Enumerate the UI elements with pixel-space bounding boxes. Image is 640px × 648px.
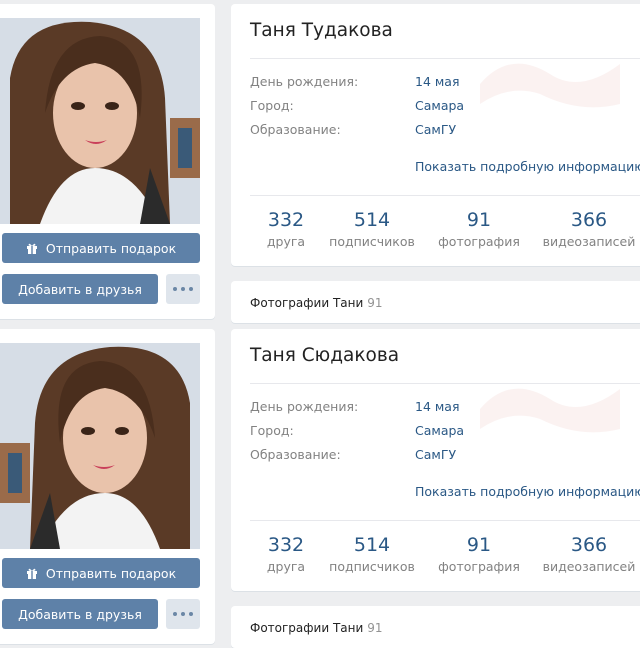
info-value-link[interactable]: СамГУ xyxy=(415,122,456,137)
gift-icon xyxy=(26,242,38,254)
profile-block-1: Отправить подарок Добавить в друзья Таня… xyxy=(0,0,640,323)
counter-number: 366 xyxy=(570,534,608,556)
show-more-info-link[interactable]: Показать подробную информацию xyxy=(415,159,640,174)
watermark-icon xyxy=(480,388,620,433)
info-value-link[interactable]: 14 мая xyxy=(415,399,460,414)
info-value-link[interactable]: Самара xyxy=(415,98,464,113)
counter-number: 91 xyxy=(466,534,492,556)
counter-friends[interactable]: 332 друга xyxy=(251,209,321,249)
counter-number: 366 xyxy=(570,209,608,231)
counter-caption: друга xyxy=(266,234,306,249)
counter-photos[interactable]: 91 фотография xyxy=(434,209,524,249)
divider xyxy=(250,520,640,521)
info-value-link[interactable]: Самара xyxy=(415,423,464,438)
counter-number: 332 xyxy=(267,534,305,556)
send-gift-button[interactable]: Отправить подарок xyxy=(2,233,200,263)
photos-title-text: Фотографии Тани xyxy=(250,296,364,310)
send-gift-label: Отправить подарок xyxy=(45,240,177,256)
counter-caption: фотография xyxy=(438,234,520,249)
photos-section-title[interactable]: Фотографии Тани 91 xyxy=(250,621,383,635)
counter-caption: подписчиков xyxy=(329,559,415,574)
counter-number: 332 xyxy=(267,209,305,231)
counter-photos[interactable]: 91 фотография xyxy=(434,534,524,574)
info-label: Образование: xyxy=(250,447,341,462)
info-label: Город: xyxy=(250,423,294,438)
info-value-link[interactable]: СамГУ xyxy=(415,447,456,462)
counter-caption: видеозаписей xyxy=(542,559,636,574)
show-more-info-link[interactable]: Показать подробную информацию xyxy=(415,484,640,499)
counter-videos[interactable]: 366 видеозаписей xyxy=(541,534,637,574)
photos-title-text: Фотографии Тани xyxy=(250,621,364,635)
profile-block-2: Отправить подарок Добавить в друзья Таня… xyxy=(0,325,640,648)
info-value-link[interactable]: 14 мая xyxy=(415,74,460,89)
profile-name: Таня Тудакова xyxy=(250,20,393,41)
more-actions-button[interactable] xyxy=(166,599,200,629)
profile-left-card: Отправить подарок Добавить в друзья xyxy=(0,4,215,319)
info-label: Город: xyxy=(250,98,294,113)
watermark-icon xyxy=(480,63,620,108)
profile-avatar[interactable] xyxy=(0,343,200,549)
profile-info-card: Таня Тудакова День рождения: 14 мая Горо… xyxy=(231,4,640,266)
send-gift-button[interactable]: Отправить подарок xyxy=(2,558,200,588)
counter-caption: фотография xyxy=(438,559,520,574)
profile-avatar[interactable] xyxy=(0,18,200,224)
add-friend-button[interactable]: Добавить в друзья xyxy=(2,599,158,629)
info-label: День рождения: xyxy=(250,399,359,414)
add-friend-button[interactable]: Добавить в друзья xyxy=(2,274,158,304)
counter-followers[interactable]: 514 подписчиков xyxy=(327,209,417,249)
add-friend-label: Добавить в друзья xyxy=(18,606,142,622)
dot-icon xyxy=(189,287,193,291)
gift-icon xyxy=(26,567,38,579)
counter-number: 514 xyxy=(353,209,391,231)
photos-count: 91 xyxy=(367,296,383,310)
send-gift-label: Отправить подарок xyxy=(45,565,177,581)
counter-friends[interactable]: 332 друга xyxy=(251,534,321,574)
counter-videos[interactable]: 366 видеозаписей xyxy=(541,209,637,249)
counter-caption: подписчиков xyxy=(329,234,415,249)
profile-name: Таня Сюдакова xyxy=(250,345,400,366)
add-friend-label: Добавить в друзья xyxy=(18,281,142,297)
profile-info-card: Таня Сюдакова День рождения: 14 мая Горо… xyxy=(231,329,640,591)
photos-section[interactable]: Фотографии Тани 91 xyxy=(231,281,640,323)
profile-counters: 332 друга 514 подписчиков 91 фотография … xyxy=(231,209,640,259)
dot-icon xyxy=(181,287,185,291)
photos-count: 91 xyxy=(367,621,383,635)
counter-caption: видеозаписей xyxy=(542,234,636,249)
dot-icon xyxy=(173,612,177,616)
counter-number: 514 xyxy=(353,534,391,556)
divider xyxy=(250,195,640,196)
divider xyxy=(250,383,640,384)
dot-icon xyxy=(189,612,193,616)
dot-icon xyxy=(173,287,177,291)
more-actions-button[interactable] xyxy=(166,274,200,304)
divider xyxy=(250,58,640,59)
counter-followers[interactable]: 514 подписчиков xyxy=(327,534,417,574)
profile-counters: 332 друга 514 подписчиков 91 фотография … xyxy=(231,534,640,584)
profile-left-card: Отправить подарок Добавить в друзья xyxy=(0,329,215,644)
photos-section-title[interactable]: Фотографии Тани 91 xyxy=(250,296,383,310)
info-label: День рождения: xyxy=(250,74,359,89)
photos-section[interactable]: Фотографии Тани 91 xyxy=(231,606,640,648)
counter-number: 91 xyxy=(466,209,492,231)
counter-caption: друга xyxy=(266,559,306,574)
info-label: Образование: xyxy=(250,122,341,137)
dot-icon xyxy=(181,612,185,616)
